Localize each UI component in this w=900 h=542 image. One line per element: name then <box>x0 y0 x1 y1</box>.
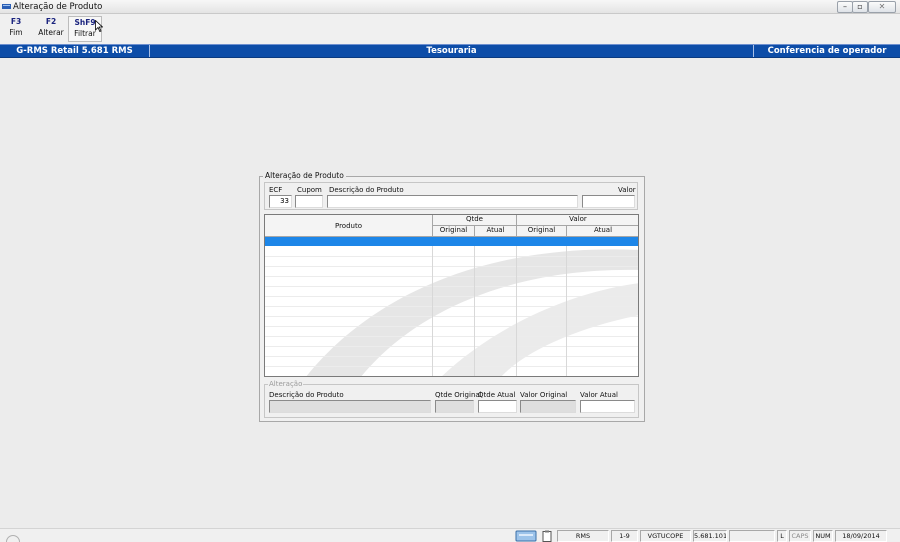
panel-legend: Alteração de Produto <box>263 171 346 180</box>
selected-row[interactable] <box>265 237 638 246</box>
alt-qtde-atual-field[interactable] <box>478 400 517 413</box>
row-line <box>265 276 638 277</box>
fim-button[interactable]: F3 Fim <box>2 16 30 42</box>
status-page: 1-9 <box>611 530 638 542</box>
row-line <box>265 256 638 257</box>
row-line <box>265 316 638 317</box>
title-bar: Alteração de Produto – ▫ ✕ <box>0 0 900 14</box>
alt-qtde-original-label: Qtde Original <box>435 391 482 399</box>
mouse-pointer-icon <box>95 20 103 32</box>
ecf-label: ECF <box>269 186 283 194</box>
clipboard-icon[interactable] <box>541 530 553 542</box>
status-user: VGTUCOPE <box>640 530 691 542</box>
status-version: 5.681.1018 <box>693 530 727 542</box>
row-line <box>265 266 638 267</box>
module-title: Tesouraria <box>150 45 754 57</box>
window-title: Alteração de Produto <box>13 2 103 12</box>
close-button[interactable]: ✕ <box>868 1 896 13</box>
row-line <box>265 306 638 307</box>
column-line <box>516 246 517 376</box>
column-line <box>432 246 433 376</box>
alt-valor-original-label: Valor Original <box>520 391 568 399</box>
col-produto-header[interactable]: Produto <box>265 215 433 237</box>
status-l: L <box>777 530 787 542</box>
valor-group-header: Valor <box>517 215 638 226</box>
status-caps: CAPS <box>789 530 811 542</box>
alt-descricao-field <box>269 400 431 413</box>
col-valor-original-header[interactable]: Original <box>517 226 567 237</box>
row-line <box>265 326 638 327</box>
circle-icon <box>6 535 20 542</box>
maximize-button[interactable]: ▫ <box>852 1 868 13</box>
cupom-field[interactable] <box>295 195 323 208</box>
row-line <box>265 296 638 297</box>
ecf-field[interactable]: 33 <box>269 195 292 208</box>
app-icon <box>2 4 11 9</box>
cupom-label: Cupom <box>297 186 322 194</box>
row-line <box>265 336 638 337</box>
function-title: Conferencia de operador <box>767 46 887 56</box>
status-system: RMS <box>557 530 609 542</box>
fim-label: Fim <box>9 28 23 37</box>
alterar-button[interactable]: F2 Alterar <box>34 16 68 42</box>
alt-valor-atual-field[interactable] <box>580 400 635 413</box>
status-bar: RMS 1-9 VGTUCOPE 5.681.1018 L CAPS NUM 1… <box>0 528 900 542</box>
minimize-button[interactable]: – <box>837 1 853 13</box>
alt-valor-original-field <box>520 400 576 413</box>
col-qtde-original-header[interactable]: Original <box>433 226 475 237</box>
alt-valor-atual-label: Valor Atual <box>580 391 618 399</box>
status-num: NUM <box>813 530 833 542</box>
descricao-field[interactable] <box>327 195 578 208</box>
row-line <box>265 366 638 367</box>
row-line <box>265 346 638 347</box>
system-version-label: G-RMS Retail 5.681 RMS <box>0 45 150 57</box>
fim-shortcut: F3 <box>10 17 22 26</box>
alterar-label: Alterar <box>38 28 64 37</box>
row-line <box>265 356 638 357</box>
alt-qtde-atual-label: Qtde Atual <box>478 391 516 399</box>
status-blank <box>729 530 775 542</box>
products-grid[interactable]: Produto Qtde Valor Original Atual Origin… <box>264 214 639 377</box>
header-band: G-RMS Retail 5.681 RMS Tesouraria Confer… <box>0 44 900 58</box>
valor-field[interactable] <box>582 195 635 208</box>
status-date: 18/09/2014 <box>835 530 887 542</box>
column-line <box>566 246 567 376</box>
valor-label: Valor <box>618 186 636 194</box>
descricao-label: Descrição do Produto <box>329 186 404 194</box>
row-line <box>265 286 638 287</box>
column-line <box>474 246 475 376</box>
alterar-shortcut: F2 <box>45 17 57 26</box>
keyboard-icon <box>515 530 537 542</box>
qtde-group-header: Qtde <box>433 215 517 226</box>
alt-descricao-label: Descrição do Produto <box>269 391 344 399</box>
alt-qtde-original-field <box>435 400 474 413</box>
col-valor-atual-header[interactable]: Atual <box>567 226 638 237</box>
toolbar: F3 Fim F2 Alterar ShF9 Filtrar <box>0 14 900 44</box>
col-qtde-atual-header[interactable]: Atual <box>475 226 517 237</box>
alteracao-legend: Alteração <box>268 380 304 388</box>
